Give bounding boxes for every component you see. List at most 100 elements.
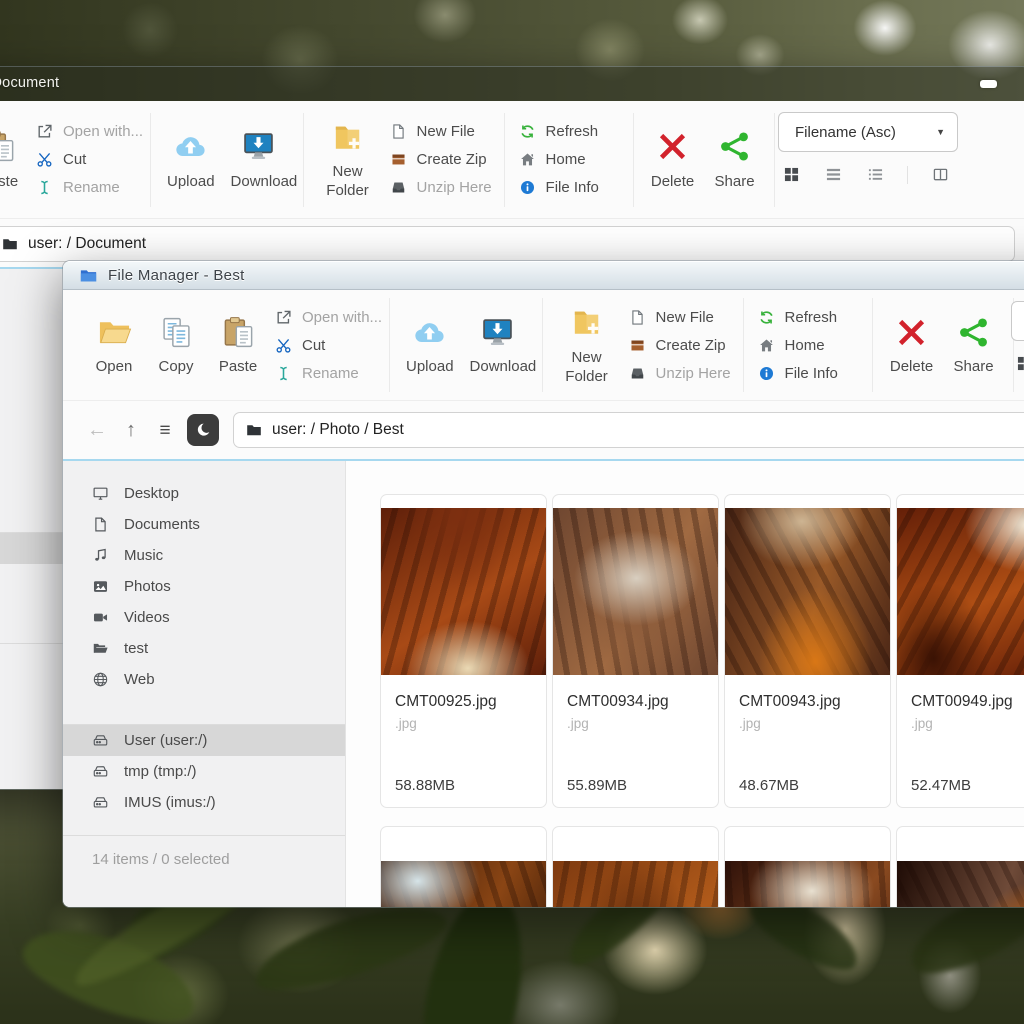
toolbar-button-label: Rename <box>302 365 359 382</box>
toolbar-button-file-info[interactable]: File Info <box>758 365 858 382</box>
document-window-titlebar[interactable]: File Manager - Document <box>0 67 1024 101</box>
toolbar-button-refresh[interactable]: Refresh <box>519 123 619 140</box>
sidebar-drive-user-user[interactable]: User (user:/) <box>63 725 345 756</box>
sidebar-item-documents[interactable]: Documents <box>63 509 345 540</box>
toolbar-button-create-zip[interactable]: Create Zip <box>629 337 729 354</box>
toolbar-button-label: Rename <box>63 179 120 196</box>
toolbar-button-new-file[interactable]: New File <box>390 123 490 140</box>
toolbar-button-label: Share <box>954 358 994 377</box>
refresh-icon <box>758 309 775 326</box>
file-card-cmt00943-jpg[interactable]: CMT00943.jpg.jpg48.67MB <box>724 494 891 808</box>
view-grid-button[interactable] <box>782 165 801 184</box>
toolbar-button-label: Unzip Here <box>417 179 492 196</box>
cut-icon <box>275 337 292 354</box>
file-card[interactable] <box>896 826 1024 908</box>
best-window-toolbar: OpenCopy Paste Open with... Cut Rename Upload… <box>63 290 1024 401</box>
file-card[interactable] <box>380 826 547 908</box>
view-compact-button[interactable] <box>866 165 885 184</box>
back-icon[interactable]: ← <box>85 420 109 440</box>
dark-mode-toggle[interactable] <box>187 414 219 446</box>
hamburger-menu-icon[interactable]: ≡ <box>153 421 177 440</box>
toolbar-button-home[interactable]: Home <box>519 151 619 168</box>
toolbar-button-upload[interactable]: Upload <box>404 313 456 377</box>
sidebar-item-desktop[interactable]: Desktop <box>63 478 345 509</box>
toolbar-button-label: Paste <box>219 358 257 377</box>
toolbar-button-label: Share <box>715 173 755 192</box>
toolbar-button-new-folder[interactable]: New Folder <box>557 304 617 387</box>
toolbar-button-cut[interactable]: Cut <box>275 337 375 354</box>
toolbar-button-rename[interactable]: Rename <box>36 179 136 196</box>
file-card[interactable] <box>552 826 719 908</box>
toolbar-button-rename[interactable]: Rename <box>275 365 375 382</box>
cut-icon <box>36 151 53 168</box>
unzip-icon <box>390 179 407 196</box>
rename-icon <box>36 179 53 196</box>
open-with-icon <box>36 123 53 140</box>
file-name: CMT00934.jpg <box>567 693 704 711</box>
toolbar-button-paste[interactable]: Paste <box>0 128 24 192</box>
toolbar-button-download[interactable]: Download <box>468 313 528 377</box>
sidebar-item-label: tmp (tmp:/) <box>124 763 197 780</box>
toolbar-group: Refresh Home File Info <box>744 298 873 392</box>
file-thumbnail <box>553 861 719 909</box>
toolbar-button-unzip-here[interactable]: Unzip Here <box>629 365 729 382</box>
toolbar-button-delete[interactable]: Delete <box>648 128 698 192</box>
file-card-cmt00949-jpg[interactable]: CMT00949.jpg.jpg52.47MB <box>896 494 1024 808</box>
status-text: 14 items / 0 selected <box>63 836 345 868</box>
unzip-icon <box>629 365 646 382</box>
breadcrumb[interactable]: user: / Document <box>0 226 1015 262</box>
sidebar-item-label: Photos <box>124 578 171 595</box>
toolbar-button-copy[interactable]: Copy <box>151 313 201 377</box>
breadcrumb[interactable]: user: / Photo / Best <box>233 412 1024 448</box>
toolbar-button-label: Download <box>470 358 526 377</box>
file-card[interactable] <box>724 826 891 908</box>
sidebar-drive-imus-imus[interactable]: IMUS (imus:/) <box>63 787 345 818</box>
toolbar-button-unzip-here[interactable]: Unzip Here <box>390 179 490 196</box>
delete-icon <box>655 128 690 166</box>
file-thumbnail <box>725 861 891 909</box>
toolbar-button-delete[interactable]: Delete <box>887 313 937 377</box>
sidebar-item-photos[interactable]: Photos <box>63 571 345 602</box>
best-window-titlebar[interactable]: File Manager - Best <box>63 261 1024 290</box>
toolbar-button-paste[interactable]: Paste <box>213 313 263 377</box>
toolbar-button-new-folder[interactable]: New Folder <box>318 118 378 201</box>
toolbar-group: New Folder New File Create Zip Unzip Here <box>543 298 744 392</box>
file-card-cmt00925-jpg[interactable]: CMT00925.jpg.jpg58.88MB <box>380 494 547 808</box>
view-grid-icon <box>1017 356 1024 371</box>
sort-order-select[interactable]: Filename (Asc) ▼ <box>778 112 958 152</box>
toolbar-button-cut[interactable]: Cut <box>36 151 136 168</box>
toolbar-button-share[interactable]: Share <box>710 128 760 192</box>
best-window-navbar: ← ↑ ≡ user: / Photo / Best <box>63 401 1024 461</box>
toolbar-button-create-zip[interactable]: Create Zip <box>390 151 490 168</box>
file-card-cmt00934-jpg[interactable]: CMT00934.jpg.jpg55.89MB <box>552 494 719 808</box>
best-window-body: DesktopDocumentsMusic Photos VideostestWeb… <box>63 461 1024 908</box>
up-icon[interactable]: ↑ <box>119 420 143 440</box>
file-thumbnail <box>897 861 1024 909</box>
view-compact-icon <box>868 167 883 182</box>
toolbar-button-download[interactable]: Download <box>229 128 289 192</box>
sidebar-item-music[interactable]: Music <box>63 540 345 571</box>
minimize-icon[interactable] <box>980 80 997 88</box>
sidebar-item-videos[interactable]: Videos <box>63 602 345 633</box>
toolbar-button-label: Download <box>231 173 287 192</box>
toolbar-button-new-file[interactable]: New File <box>629 309 729 326</box>
sidebar-drive-tmp-tmp[interactable]: tmp (tmp:/) <box>63 756 345 787</box>
sort-and-view-block: Filename (Asc) ▼ <box>778 112 958 184</box>
toolbar-button-file-info[interactable]: File Info <box>519 179 619 196</box>
toolbar-button-upload[interactable]: Upload <box>165 128 217 192</box>
sort-order-select[interactable]: Filename (Asc) ▼ <box>1011 301 1024 341</box>
document-icon <box>92 516 109 533</box>
view-columns-button[interactable] <box>931 165 950 184</box>
view-grid-button[interactable] <box>1015 354 1024 373</box>
view-list-button[interactable] <box>824 165 843 184</box>
sidebar-item-web[interactable]: Web <box>63 664 345 695</box>
toolbar-button-open-with[interactable]: Open with... <box>36 123 136 140</box>
toolbar-button-share[interactable]: Share <box>949 313 999 377</box>
toolbar-button-refresh[interactable]: Refresh <box>758 309 858 326</box>
toolbar-button-home[interactable]: Home <box>758 337 858 354</box>
file-thumbnail <box>381 508 547 675</box>
sidebar-item-test[interactable]: test <box>63 633 345 664</box>
toolbar-button-open[interactable]: Open <box>89 313 139 377</box>
toolbar-button-open-with[interactable]: Open with... <box>275 309 375 326</box>
file-name: CMT00925.jpg <box>395 693 532 711</box>
